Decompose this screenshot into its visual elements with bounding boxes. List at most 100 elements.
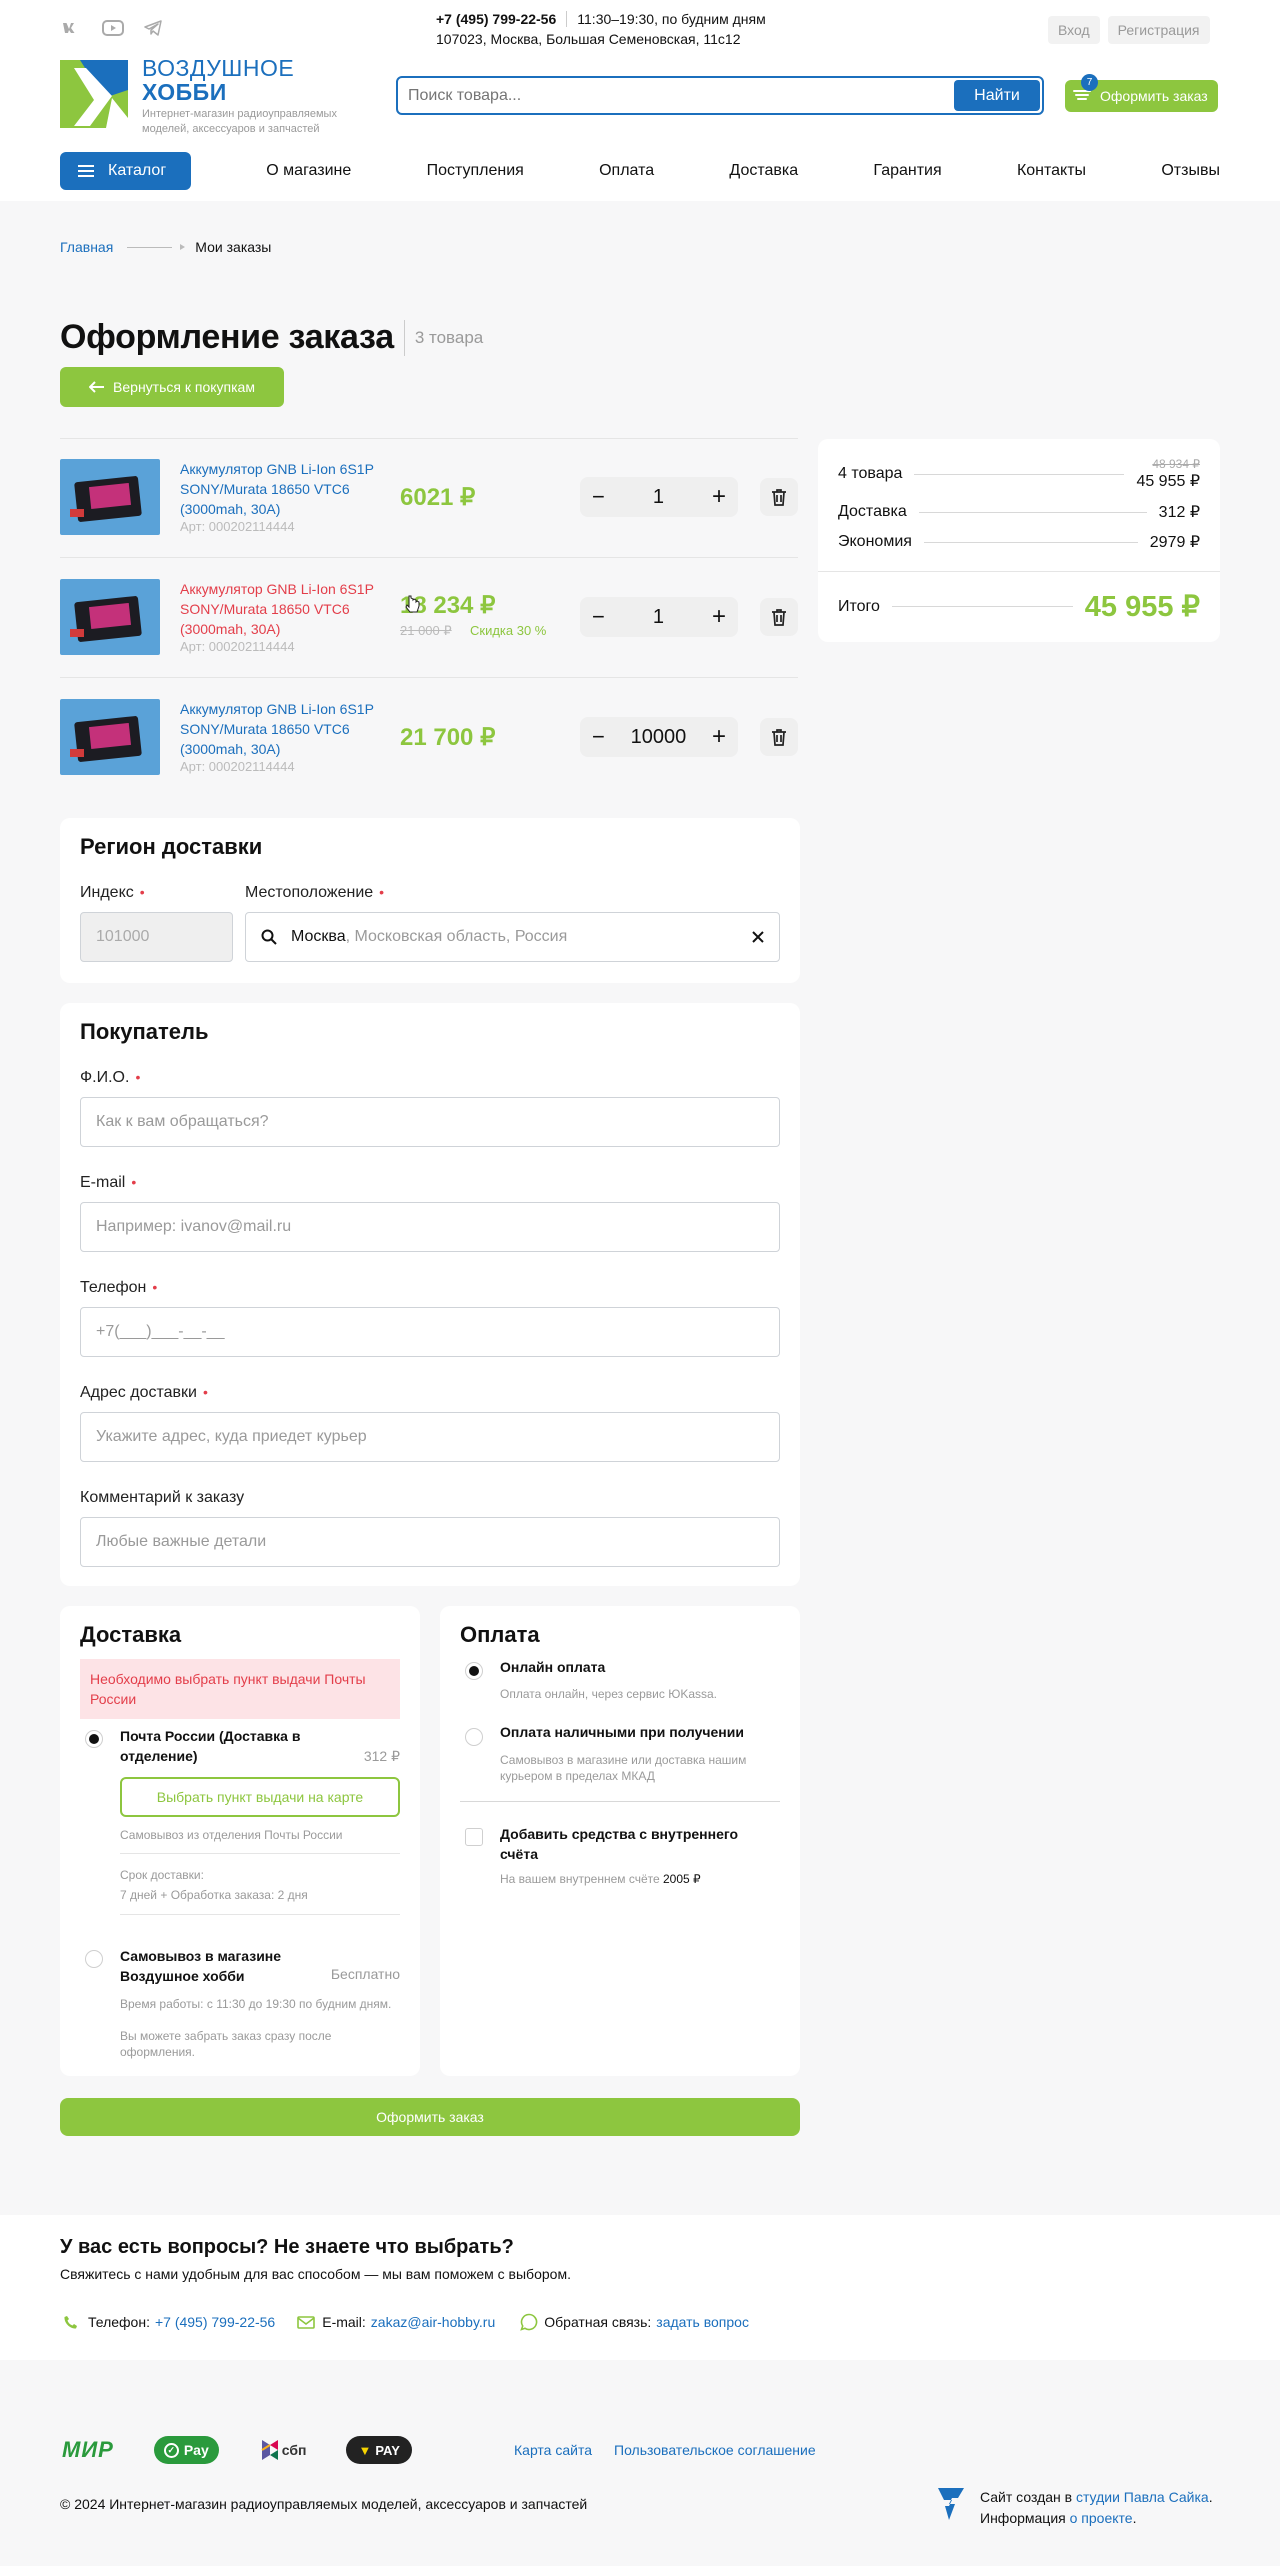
qty-value[interactable]: 10000: [631, 726, 687, 749]
search-button[interactable]: Найти: [954, 80, 1040, 111]
delivery-pickup-price: Бесплатно: [330, 1966, 400, 1982]
telegram-icon[interactable]: [144, 20, 162, 41]
payment-balance-title[interactable]: Добавить средства с внутреннего счёта: [500, 1824, 770, 1864]
increase-qty-button[interactable]: +: [712, 483, 726, 511]
index-field[interactable]: 101000: [80, 912, 233, 962]
nav-payment[interactable]: Оплата: [599, 162, 654, 180]
discount-label: Скидка 30 %: [470, 623, 547, 638]
address-field[interactable]: Укажите адрес, куда приедет курьер: [80, 1412, 780, 1462]
header-checkout-button[interactable]: Оформить заказ 7: [1065, 74, 1218, 112]
cart-count-badge: 7: [1081, 74, 1098, 91]
info-prefix: Информация: [980, 2510, 1066, 2526]
product-name[interactable]: Аккумулятор GNB Li-Ion 6S1P SONY/Murata …: [180, 579, 390, 639]
qty-value[interactable]: 1: [653, 606, 664, 629]
payment-online-title[interactable]: Онлайн оплата: [500, 1659, 605, 1675]
search-input[interactable]: [408, 86, 928, 105]
phone-field[interactable]: +7(___)___-__-__: [80, 1307, 780, 1357]
product-image[interactable]: [60, 459, 160, 535]
cart-item: Аккумулятор GNB Li-Ion 6S1P SONY/Murata …: [60, 579, 798, 655]
product-name[interactable]: Аккумулятор GNB Li-Ion 6S1P SONY/Murata …: [180, 459, 390, 519]
delivery-post-radio[interactable]: [85, 1730, 103, 1748]
payment-cash-note: Самовывоз в магазине или доставка нашим …: [500, 1753, 747, 1783]
email-label: E-mail: [80, 1174, 126, 1191]
nav-arrivals[interactable]: Поступления: [427, 162, 524, 180]
location-field[interactable]: Москва , Московская область, Россия: [245, 912, 780, 962]
product-name[interactable]: Аккумулятор GNB Li-Ion 6S1P SONY/Murata …: [180, 699, 390, 759]
remove-item-button[interactable]: [760, 718, 798, 756]
payment-cash-radio[interactable]: [465, 1728, 483, 1746]
vk-icon[interactable]: [62, 21, 82, 40]
product-image[interactable]: [60, 579, 160, 655]
nav-delivery[interactable]: Доставка: [729, 162, 798, 180]
help-phone-link[interactable]: +7 (495) 799-22-56: [155, 2314, 275, 2330]
help-feedback-label: Обратная связь:: [544, 2314, 652, 2330]
delivery-term-value: 7 дней + Обработка заказа: 2 дня: [120, 1888, 308, 1902]
nav-contacts[interactable]: Контакты: [1017, 162, 1086, 180]
submit-order-button[interactable]: Оформить заказ: [60, 2098, 800, 2136]
mail-icon: [297, 2315, 316, 2329]
payment-balance-checkbox[interactable]: [465, 1828, 483, 1846]
gpay-logo-icon: ✓ Pay: [153, 2436, 219, 2464]
search-bar: Найти: [396, 76, 1044, 115]
delivery-pickup-title[interactable]: Самовывоз в магазине Воздушное хобби: [120, 1946, 310, 1986]
header-phone[interactable]: +7 (495) 799-22-56: [436, 11, 556, 27]
delivery-post-title[interactable]: Почта России (Доставка в отделение): [120, 1726, 330, 1766]
product-sku: Арт: 000202114444: [180, 639, 295, 654]
chat-icon: [520, 2313, 538, 2331]
phone-label: Телефон: [80, 1279, 147, 1296]
email-field[interactable]: Например: ivanov@mail.ru: [80, 1202, 780, 1252]
nav-warranty[interactable]: Гарантия: [873, 162, 941, 180]
payment-online-radio[interactable]: [465, 1662, 483, 1680]
payment-logos: МИР ✓ Pay сбп ▼ PAY: [62, 2436, 412, 2464]
logo-mark-icon: [60, 60, 128, 128]
payment-section: Оплата Онлайн оплата Оплата онлайн, чере…: [440, 1606, 800, 2076]
increase-qty-button[interactable]: +: [712, 603, 726, 631]
payment-cash-title[interactable]: Оплата наличными при получении: [500, 1724, 744, 1740]
increase-qty-button[interactable]: +: [712, 723, 726, 751]
comment-label: Комментарий к заказу: [80, 1489, 245, 1506]
mir-logo-icon: МИР: [62, 2437, 114, 2462]
remove-item-button[interactable]: [760, 478, 798, 516]
help-feedback-link[interactable]: задать вопрос: [656, 2314, 749, 2330]
youtube-icon[interactable]: [102, 20, 124, 41]
help-contacts: Телефон: +7 (495) 799-22-56 E-mail: zaka…: [64, 2313, 749, 2331]
about-project-link[interactable]: о проекте: [1070, 2510, 1133, 2526]
fio-field[interactable]: Как к вам обращаться?: [80, 1097, 780, 1147]
logo-title-line1: ВОЗДУШНОЕ: [142, 55, 295, 81]
studio-link[interactable]: студии Павла Сайка: [1076, 2489, 1209, 2505]
catalog-label: Каталог: [108, 162, 167, 179]
delivery-pickup-note2: Вы можете забрать заказ сразу после офор…: [120, 2029, 332, 2059]
delivery-alert: Необходимо выбрать пункт выдачи Почты Ро…: [80, 1659, 400, 1719]
product-price: 21 700 ₽: [400, 724, 496, 751]
back-to-shopping-button[interactable]: Вернуться к покупкам: [60, 367, 284, 407]
region-title: Регион доставки: [80, 834, 263, 859]
site-logo[interactable]: ВОЗДУШНОЕ ХОББИ Интернет-магазин радиоуп…: [60, 55, 382, 137]
help-subtitle: Свяжитесь с нами удобным для вас способо…: [60, 2266, 571, 2282]
decrease-qty-button[interactable]: −: [592, 724, 605, 750]
decrease-qty-button[interactable]: −: [592, 484, 605, 510]
product-image[interactable]: [60, 699, 160, 775]
delivery-pickup-radio[interactable]: [85, 1950, 103, 1968]
catalog-button[interactable]: Каталог: [60, 152, 191, 190]
comment-field[interactable]: Любые важные детали: [80, 1517, 780, 1567]
delivery-term-label: Срок доставки:: [120, 1868, 204, 1882]
breadcrumb-home[interactable]: Главная: [60, 239, 113, 255]
sitemap-link[interactable]: Карта сайта: [514, 2442, 592, 2458]
summary-delivery-value: 312 ₽: [1158, 504, 1200, 521]
select-pickup-point-button[interactable]: Выбрать пункт выдачи на карте: [120, 1777, 400, 1817]
cart-item: Аккумулятор GNB Li-Ion 6S1P SONY/Murata …: [60, 459, 798, 535]
clear-icon[interactable]: [752, 931, 764, 943]
logo-tagline: Интернет-магазин радиоуправляемых моделе…: [142, 108, 337, 135]
payment-balance-note: На вашем внутреннем счёте: [500, 1872, 660, 1886]
sbp-logo-icon: сбп: [261, 2439, 306, 2461]
register-button[interactable]: Регистрация: [1107, 16, 1210, 44]
decrease-qty-button[interactable]: −: [592, 604, 605, 630]
payment-title: Оплата: [460, 1622, 540, 1647]
nav-about[interactable]: О магазине: [266, 162, 351, 180]
agreement-link[interactable]: Пользовательское соглашение: [614, 2442, 816, 2458]
login-button[interactable]: Вход: [1048, 16, 1100, 44]
qty-value[interactable]: 1: [653, 486, 664, 509]
remove-item-button[interactable]: [760, 598, 798, 636]
help-email-link[interactable]: zakaz@air-hobby.ru: [371, 2314, 495, 2330]
nav-reviews[interactable]: Отзывы: [1161, 162, 1220, 180]
